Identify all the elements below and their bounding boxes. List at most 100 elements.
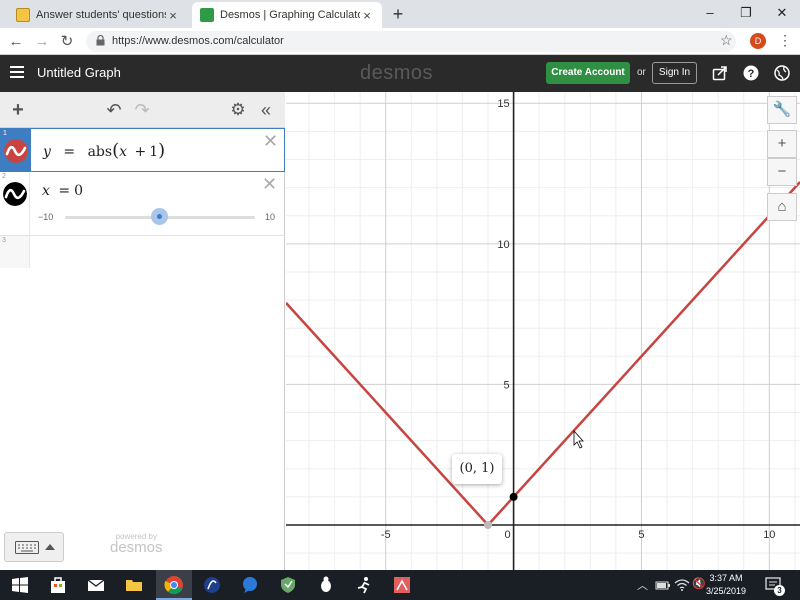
or-text: or xyxy=(637,67,646,78)
graph-point xyxy=(484,521,493,530)
graph-title[interactable]: Untitled Graph xyxy=(37,65,121,80)
tab-answer-questions[interactable]: Answer students' questions and f × xyxy=(8,2,188,28)
tab-title: Answer students' questions and f xyxy=(36,9,166,21)
create-account-button[interactable]: Create Account xyxy=(546,62,630,84)
slider-max-label[interactable]: 10 xyxy=(265,212,275,222)
windows-start-icon[interactable] xyxy=(10,575,30,595)
new-tab-button[interactable]: + xyxy=(388,4,408,24)
desmos-logo: desmos xyxy=(360,62,434,84)
expression-index: 3 xyxy=(2,237,6,244)
wifi-icon[interactable] xyxy=(674,577,690,593)
settings-gear-icon[interactable]: ⚙ xyxy=(228,100,248,120)
graph-point xyxy=(509,492,518,501)
expression-math[interactable]: x = 0 xyxy=(42,183,83,199)
x-tick-label: -5 xyxy=(381,529,391,541)
function-curve xyxy=(286,181,800,527)
expression-panel: + ↶ ↷ ⚙ « 1 y = abs(x +1) ✕ 2 x = 0 ✕ −1… xyxy=(0,92,285,570)
delete-expression-icon[interactable]: ✕ xyxy=(263,131,278,152)
expression-math[interactable]: y = abs(x +1) xyxy=(43,140,165,161)
chrome-icon xyxy=(164,576,183,595)
graph-settings-wrench-icon[interactable]: 🔧 xyxy=(767,96,797,124)
slider-min-label[interactable]: −10 xyxy=(38,212,53,222)
url-field[interactable]: https://www.desmos.com/calculator xyxy=(86,31,736,52)
zoom-out-button[interactable]: − xyxy=(767,158,797,186)
desmos-header: Untitled Graph desmos Create Account or … xyxy=(0,55,800,92)
mouse-cursor-icon xyxy=(573,429,584,449)
system-clock[interactable]: 3:37 AM 3/25/2019 xyxy=(706,572,746,598)
minimize-icon[interactable]: – xyxy=(692,0,728,28)
mail-icon[interactable] xyxy=(86,575,106,595)
sign-in-button[interactable]: Sign In xyxy=(652,62,697,84)
file-explorer-icon[interactable] xyxy=(124,575,144,595)
profile-avatar[interactable]: D xyxy=(750,33,766,49)
store-icon[interactable] xyxy=(48,575,68,595)
hamburger-menu-icon[interactable] xyxy=(10,66,24,80)
graph-area[interactable]: -5 0 5 10 5 10 15 xyxy=(286,92,800,570)
show-hidden-icons-caret-icon[interactable]: ︿ xyxy=(637,577,648,593)
close-window-icon[interactable]: ✕ xyxy=(764,0,800,28)
expression-row-3[interactable]: 3 xyxy=(0,236,285,268)
svg-text:?: ? xyxy=(748,68,755,80)
app-red-tile-icon[interactable] xyxy=(392,575,412,595)
globe-language-icon[interactable] xyxy=(774,65,790,81)
browser-menu-icon[interactable]: ⋮ xyxy=(778,32,792,49)
address-bar: ← → ↻ https://www.desmos.com/calculator … xyxy=(0,28,800,55)
reload-icon[interactable]: ↻ xyxy=(57,32,77,52)
graph-canvas[interactable]: -5 0 5 10 5 10 15 xyxy=(286,92,800,570)
expression-row-1[interactable]: 1 y = abs(x +1) ✕ xyxy=(0,128,285,172)
y-tick-label: 10 xyxy=(497,239,509,251)
app-shield-icon[interactable] xyxy=(278,575,298,595)
forward-arrow-icon[interactable]: → xyxy=(32,32,52,52)
y-tick-label: 15 xyxy=(497,98,509,110)
volume-muted-icon[interactable]: 🔇 xyxy=(692,577,706,590)
app-chat-bubble-icon[interactable] xyxy=(240,575,260,595)
help-icon[interactable]: ? xyxy=(743,65,759,81)
clock-date: 3/25/2019 xyxy=(706,586,747,596)
redo-icon[interactable]: ↷ xyxy=(132,100,152,120)
x-tick-label: 0 xyxy=(505,529,511,541)
x-tick-label: 10 xyxy=(763,529,775,541)
delete-expression-icon[interactable]: ✕ xyxy=(262,174,277,195)
slider-handle[interactable] xyxy=(151,208,168,225)
expression-toolbar: + ↶ ↷ ⚙ « xyxy=(0,92,285,128)
lock-icon xyxy=(96,35,105,46)
back-arrow-icon[interactable]: ← xyxy=(6,32,26,52)
windows-taskbar: ︿ 🔇 3:37 AM 3/25/2019 3 xyxy=(0,570,800,600)
app-blue-swirl-icon[interactable] xyxy=(202,575,222,595)
action-center-button[interactable]: 3 xyxy=(764,575,785,596)
undo-icon[interactable]: ↶ xyxy=(104,100,124,120)
close-tab-icon[interactable]: × xyxy=(166,8,180,23)
app-runner-icon[interactable] xyxy=(354,575,374,595)
url-text: https://www.desmos.com/calculator xyxy=(112,35,284,47)
expression-row-2[interactable]: 2 x = 0 ✕ −10 10 xyxy=(0,172,285,236)
graph-visibility-toggle-icon[interactable] xyxy=(4,139,28,163)
graph-visibility-toggle-icon[interactable] xyxy=(3,182,27,206)
caret-up-icon xyxy=(45,544,55,550)
point-coordinate-label[interactable]: (0, 1) xyxy=(452,454,502,484)
zoom-in-button[interactable]: + xyxy=(767,130,797,158)
notification-count-badge: 3 xyxy=(774,585,785,596)
brainly-favicon-icon xyxy=(16,8,30,22)
chrome-taskbar-item[interactable] xyxy=(156,570,192,600)
maximize-icon[interactable]: ❐ xyxy=(728,0,764,28)
powered-by-desmos: powered by desmos xyxy=(110,532,163,556)
bookmark-star-icon[interactable]: ☆ xyxy=(720,32,733,49)
collapse-panel-icon[interactable]: « xyxy=(256,100,276,120)
expression-index: 1 xyxy=(3,130,7,137)
tab-title: Desmos | Graphing Calculator xyxy=(220,9,360,21)
expression-index: 2 xyxy=(2,173,6,180)
tab-desmos[interactable]: Desmos | Graphing Calculator × xyxy=(192,2,382,28)
battery-icon[interactable] xyxy=(655,577,671,593)
x-tick-label: 5 xyxy=(638,529,644,541)
y-tick-label: 5 xyxy=(503,379,509,391)
desmos-favicon-icon xyxy=(200,8,214,22)
share-icon[interactable] xyxy=(712,65,728,81)
home-default-view-icon[interactable]: ⌂ xyxy=(767,193,797,221)
app-bug-icon[interactable] xyxy=(316,575,336,595)
browser-tab-bar: Answer students' questions and f × Desmo… xyxy=(0,0,800,28)
keyboard-icon xyxy=(15,541,39,554)
keypad-toggle-button[interactable] xyxy=(4,532,64,562)
close-tab-icon[interactable]: × xyxy=(360,8,374,23)
clock-time: 3:37 AM xyxy=(709,573,743,583)
add-item-button[interactable]: + xyxy=(8,100,28,120)
